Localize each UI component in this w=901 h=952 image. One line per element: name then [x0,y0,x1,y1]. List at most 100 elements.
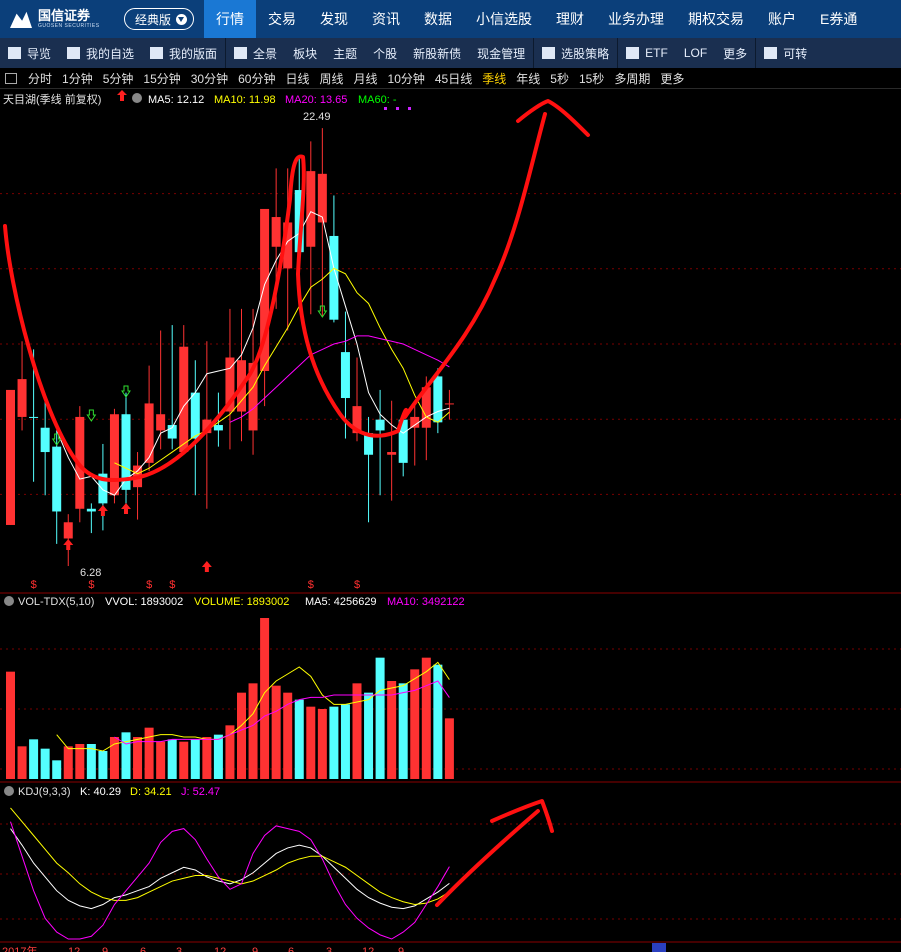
chevron-down-icon[interactable] [4,786,14,796]
volume-bar [167,739,177,779]
subnav-item-1[interactable]: 我的自选 [59,38,142,68]
subnav-item-2[interactable]: 我的版面 [142,38,225,68]
x-axis-label: 12 [214,946,226,952]
annotation-arrow-lower [435,809,540,907]
volume-bar [248,683,258,779]
main-menu: 行情 交易 发现 资讯 数据 小信选股 理财 业务办理 期权交易 账户 E券通 [204,0,869,38]
period-bar: 分时 1分钟 5分钟 15分钟 30分钟 60分钟 日线 周线 月线 10分钟 45日线 季线 年线 5秒… [0,68,901,89]
subnav-item-8[interactable]: 现金管理 [469,38,533,68]
volume-bars [6,618,454,779]
subnav-label: 可转 [783,46,808,61]
min-price-label: 6.28 [80,567,101,579]
volume-bar [52,760,62,779]
buy-arrow-icon [63,539,74,550]
volume-bar [237,692,246,779]
classic-version-toggle[interactable]: 经典版 [124,8,195,30]
buy-arrow-icon [201,561,212,572]
volume-bar [17,746,27,779]
volume-bar [410,669,420,779]
subnav-label: 我的自选 [86,46,135,61]
nav-3[interactable]: 资讯 [360,0,412,38]
convertible-icon [764,47,778,59]
period-5[interactable]: 60分钟 [233,70,280,87]
period-11[interactable]: 季线 [477,70,511,87]
volume-bar [121,732,131,779]
period-12[interactable]: 年线 [511,70,545,87]
volume-bar [98,751,108,779]
chevron-down-icon[interactable] [4,596,14,606]
nav-9[interactable]: 账户 [756,0,808,38]
max-price-label: 22.49 [303,111,331,123]
nav-6[interactable]: 理财 [544,0,596,38]
nav-7[interactable]: 业务办理 [596,0,676,38]
scroll-handle[interactable] [652,943,666,952]
subnav-item-0[interactable]: 导览 [0,38,59,68]
dollar-marker: $ [31,579,37,591]
period-0[interactable]: 分时 [23,70,57,87]
subnav-label: 全景 [253,46,278,61]
period-1[interactable]: 1分钟 [57,70,98,87]
subnav-item-9[interactable]: 选股策略 [534,38,617,68]
volume-bar [444,718,454,779]
strategy-icon [542,47,556,59]
nav-8[interactable]: 期权交易 [676,0,756,38]
period-4[interactable]: 30分钟 [186,70,233,87]
candle-body [156,414,166,431]
panorama-icon [234,47,248,59]
period-10[interactable]: 45日线 [430,70,477,87]
subnav-item-5[interactable]: 主题 [325,38,365,68]
logo-text: 国信证券 [38,8,91,23]
subnav-label: ETF [645,46,668,60]
ma60-label: MA60: - [358,94,397,106]
period-2[interactable]: 5分钟 [98,70,139,87]
ma20-label: MA20: 13.65 [285,94,347,106]
volume-bar [421,657,431,779]
volume-bar [6,671,15,779]
period-14[interactable]: 15秒 [574,70,609,87]
period-13[interactable]: 5秒 [545,70,574,87]
subnav-item-11[interactable]: LOF [676,38,715,68]
logo-subtext: GUOSEN SECURITIES [38,23,100,29]
subnav-item-3[interactable]: 全景 [226,38,285,68]
nav-10[interactable]: E券通 [808,0,869,38]
candle-body [29,416,39,418]
subnav-item-13[interactable]: 可转 [756,38,815,68]
period-9[interactable]: 10分钟 [383,70,430,87]
subnav-item-6[interactable]: 个股 [365,38,405,68]
subnav-item-7[interactable]: 新股新债 [405,38,469,68]
volume-bar [202,737,212,779]
nav-1[interactable]: 交易 [256,0,308,38]
chevron-down-icon[interactable] [132,93,142,103]
candle-body [179,346,189,453]
volume-bar [144,727,154,779]
subnav-item-12[interactable]: 更多 [715,38,755,68]
period-16[interactable]: 更多 [655,70,689,87]
x-axis-label: 9 [398,946,404,952]
candle-body [6,389,15,525]
volume-bar [375,657,385,779]
nav-5[interactable]: 小信选股 [464,0,544,38]
dollar-marker: $ [88,579,94,591]
subnav-label: 更多 [723,46,748,61]
subnav-item-10[interactable]: ETF [618,38,676,68]
subnav-label: LOF [683,46,708,60]
period-7[interactable]: 周线 [314,70,348,87]
vvol-label: VVOL: 1893002 [105,596,183,608]
kline-chart[interactable]: 天目湖(季线 前复权) MA5: 12.12 MA10: 11.98 MA20:… [0,89,901,952]
subnav-item-4[interactable]: 板块 [285,38,325,68]
period-15[interactable]: 多周期 [609,70,655,87]
nav-2[interactable]: 发现 [308,0,360,38]
nav-4[interactable]: 数据 [412,0,464,38]
subnav-label: 板块 [293,46,318,61]
nav-0[interactable]: 行情 [204,0,257,38]
x-axis-label: 3 [326,946,332,952]
period-8[interactable]: 月线 [349,70,383,87]
candle-body [144,403,154,463]
candle-body [17,379,27,417]
guosen-logo[interactable]: 国信证券 GUOSEN SECURITIES [0,9,122,29]
panel-toggle-icon[interactable] [5,72,17,84]
period-3[interactable]: 15分钟 [138,70,185,87]
ma10-label: MA10: 11.98 [214,94,276,106]
period-6[interactable]: 日线 [280,70,314,87]
x-axis-label: 12 [362,946,374,952]
